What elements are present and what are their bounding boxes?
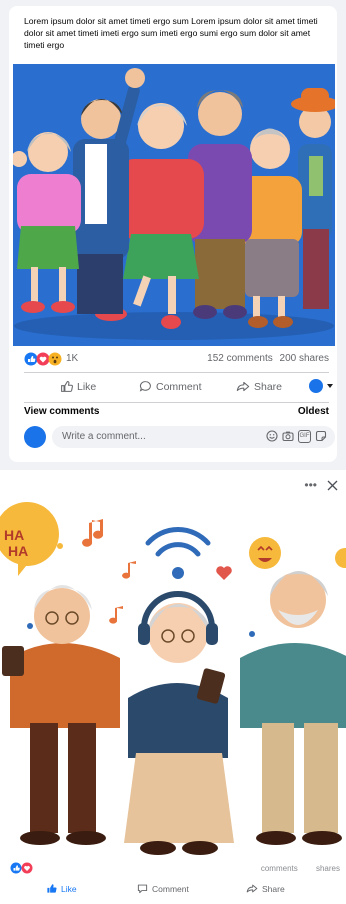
comments-header: View comments Oldest — [24, 406, 329, 417]
like-button-2[interactable]: Like — [46, 883, 77, 894]
comments-link[interactable]: comments — [261, 864, 298, 873]
elderly-group-illustration — [13, 64, 335, 346]
comment-button[interactable]: Comment — [139, 380, 202, 393]
share-label-2: Share — [262, 883, 285, 894]
comment-bubble-icon — [139, 381, 151, 392]
post-photo-group[interactable] — [13, 64, 335, 346]
more-options-icon[interactable]: ••• — [304, 478, 317, 492]
comment-bubble-icon — [137, 884, 148, 894]
comment-button-2[interactable]: Comment — [137, 883, 189, 894]
seniors-with-phones-illustration[interactable]: HA HA — [0, 498, 346, 868]
share-button-2[interactable]: Share — [246, 883, 285, 894]
sticker-icon[interactable] — [315, 430, 327, 442]
reaction-emojis-icon — [10, 862, 33, 874]
divider — [24, 372, 329, 373]
reaction-summary[interactable]: 1K 152 comments 200 shares — [24, 350, 329, 368]
like-label: Like — [77, 380, 97, 393]
post-caption: Lorem ipsum dolor sit amet timeti ergo s… — [24, 16, 318, 50]
camera-icon[interactable] — [282, 430, 294, 442]
user-avatar — [24, 426, 46, 448]
divider — [24, 402, 329, 403]
shares-link[interactable]: shares — [316, 864, 340, 873]
sort-oldest-button[interactable]: Oldest — [298, 406, 329, 417]
share-arrow-icon — [236, 381, 250, 392]
thumbs-up-icon — [61, 381, 73, 392]
post-card-2: ••• HA HA comments shares Like Comment S… — [0, 470, 346, 904]
close-icon[interactable] — [327, 480, 338, 491]
share-label: Share — [254, 380, 283, 393]
profile-avatar — [309, 379, 323, 393]
comment-label: Comment — [156, 380, 202, 393]
reaction-emojis-icon — [24, 352, 62, 366]
thumbs-up-icon — [47, 884, 57, 893]
shares-count[interactable]: 200 shares — [280, 353, 329, 364]
share-arrow-icon — [246, 884, 258, 893]
audience-selector[interactable] — [309, 379, 333, 393]
post-actions-bar: Like Comment Share — [24, 376, 333, 400]
smiley-icon[interactable] — [266, 430, 278, 442]
chevron-down-icon — [327, 384, 333, 388]
reaction-summary-2[interactable]: comments shares — [10, 862, 340, 876]
like-label-2: Like — [61, 883, 77, 894]
post-card-1: Lorem ipsum dolor sit amet timeti ergo s… — [9, 6, 337, 462]
comment-label-2: Comment — [152, 883, 189, 894]
gif-icon[interactable]: GIF — [298, 430, 311, 443]
comment-placeholder: Write a comment... — [62, 431, 146, 442]
comment-composer: Write a comment... GIF — [24, 424, 336, 450]
comment-input[interactable]: Write a comment... GIF — [52, 426, 335, 448]
view-comments-link[interactable]: View comments — [24, 406, 99, 417]
comments-count[interactable]: 152 comments — [207, 353, 273, 364]
like-button[interactable]: Like — [60, 380, 96, 393]
share-button[interactable]: Share — [236, 380, 282, 393]
reaction-count: 1K — [66, 353, 79, 364]
post-menu-bar: ••• — [304, 478, 338, 492]
